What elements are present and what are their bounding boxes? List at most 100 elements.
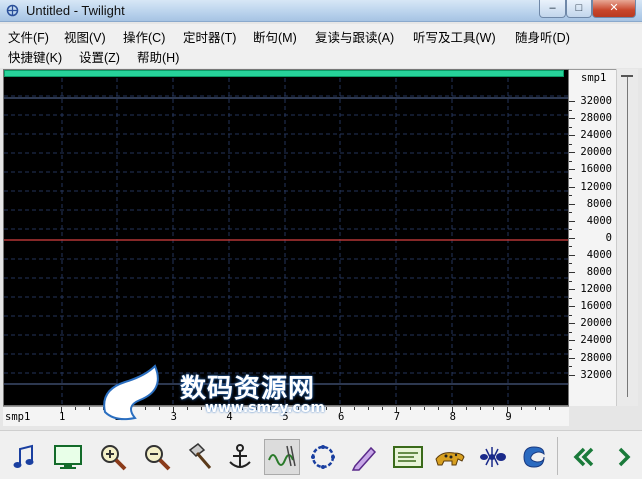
x-tick-label: 2: [114, 411, 122, 423]
x-minor-tick: [270, 407, 272, 410]
menu-sentence[interactable]: 断句(M): [253, 27, 297, 46]
y-minor-tick: [569, 331, 572, 333]
text-panel-icon[interactable]: [390, 439, 426, 475]
y-tick-label: 16000: [580, 163, 612, 176]
close-button[interactable]: ✕: [592, 0, 636, 18]
x-minor-tick: [214, 407, 216, 410]
y-minor-tick: [569, 195, 572, 197]
y-minor-tick: [569, 314, 572, 316]
y-tick-mark: [569, 118, 575, 120]
y-tick-label: 24000: [580, 334, 612, 347]
app-icon: [6, 4, 19, 17]
y-tick-label: 32000: [580, 368, 612, 381]
x-minor-tick: [326, 407, 328, 410]
bottom-toolbar: [0, 430, 642, 479]
y-tick-label: 32000: [580, 95, 612, 107]
monitor-icon[interactable]: [50, 439, 86, 475]
swirl-icon[interactable]: [516, 439, 552, 475]
y-minor-tick: [569, 229, 572, 231]
minimize-button[interactable]: –: [539, 0, 566, 18]
y-tick-mark: [569, 186, 575, 188]
waveform-edit-icon[interactable]: [264, 439, 300, 475]
zoom-out-icon[interactable]: [139, 439, 175, 475]
y-tick-mark: [569, 306, 575, 308]
music-note-icon[interactable]: [6, 439, 42, 475]
right-arrow-icon[interactable]: [606, 439, 642, 475]
x-tick-label: 9: [505, 411, 512, 423]
x-tick-label: 3: [170, 411, 177, 423]
menu-timer[interactable]: 定时器(T): [183, 27, 236, 46]
y-minor-tick: [569, 109, 572, 111]
x-minor-tick: [479, 407, 481, 410]
menu-view[interactable]: 视图(V): [64, 27, 106, 46]
x-minor-tick: [200, 407, 202, 410]
y-minor-tick: [569, 126, 572, 128]
y-minor-tick: [569, 143, 572, 145]
menu-shortcuts[interactable]: 快捷键(K): [8, 47, 62, 66]
y-tick-mark: [569, 203, 575, 205]
y-tick-label: 8000: [586, 197, 612, 210]
menu-dictation-tools[interactable]: 听写及工具(W): [413, 27, 496, 46]
menu-help[interactable]: 帮助(H): [137, 47, 179, 66]
y-tick-mark: [569, 323, 575, 325]
y-tick-mark: [569, 357, 575, 359]
anchor-icon[interactable]: [222, 439, 258, 475]
y-tick-mark: [569, 220, 575, 222]
x-tick-label: 1: [59, 411, 66, 423]
x-minor-tick: [465, 407, 467, 410]
y-minor-tick: [569, 177, 572, 179]
y-tick-label: 4000: [586, 248, 612, 261]
y-tick-label: 20000: [580, 146, 612, 159]
y-tick-mark: [569, 152, 575, 154]
x-minor-tick: [367, 407, 369, 410]
x-tick-label: 6: [338, 411, 345, 423]
x-minor-tick: [88, 407, 90, 410]
x-minor-tick: [353, 407, 355, 410]
menu-file[interactable]: 文件(F): [8, 27, 49, 46]
x-minor-tick: [521, 407, 523, 410]
menu-player[interactable]: 随身听(D): [515, 27, 570, 46]
x-minor-tick: [130, 407, 132, 410]
x-axis-ruler: smp1 1 2 3 4 5 6 7 8 9: [3, 406, 569, 426]
maximize-button[interactable]: □: [566, 0, 592, 18]
title-bar: Untitled - Twilight – □ ✕: [0, 0, 642, 22]
selection-bar[interactable]: [4, 70, 564, 77]
pencil-icon[interactable]: [346, 439, 382, 475]
y-tick-label: 28000: [580, 351, 612, 364]
hammer-icon[interactable]: [181, 439, 217, 475]
y-tick-label: 16000: [580, 300, 612, 313]
x-tick-label: 5: [282, 411, 289, 423]
x-minor-tick: [102, 407, 104, 410]
y-axis-ruler: smp1 32000 28000 24000 20000 16000 12000 8000 4…: [569, 69, 616, 406]
x-minor-tick: [242, 407, 244, 410]
y-tick-mark: [569, 289, 575, 291]
ant-icon[interactable]: [474, 439, 510, 475]
leopard-icon[interactable]: [432, 439, 468, 475]
y-tick-mark: [569, 237, 575, 239]
x-minor-tick: [423, 407, 425, 410]
grid-lines: [4, 78, 568, 405]
y-minor-tick: [569, 366, 572, 368]
scroll-track[interactable]: [627, 77, 628, 397]
menu-settings[interactable]: 设置(Z): [79, 47, 120, 66]
x-tick-label: 8: [449, 411, 456, 423]
vertical-scrollbar[interactable]: [616, 69, 638, 406]
x-minor-tick: [549, 407, 551, 410]
zoom-in-icon[interactable]: [95, 439, 131, 475]
x-minor-tick: [409, 407, 411, 410]
x-minor-tick: [158, 407, 160, 410]
y-tick-mark: [569, 101, 575, 102]
x-minor-tick: [74, 407, 76, 410]
y-tick-mark: [569, 340, 575, 342]
x-minor-tick: [437, 407, 439, 410]
y-tick-label: 0: [605, 231, 612, 244]
y-tick-mark: [569, 135, 575, 137]
y-tick-label: 4000: [586, 214, 612, 227]
y-tick-label: 12000: [580, 283, 612, 296]
menu-repeat[interactable]: 复读与跟读(A): [315, 27, 394, 46]
waveform-canvas[interactable]: [4, 78, 568, 405]
double-left-arrow-icon[interactable]: [566, 439, 602, 475]
y-tick-label: 20000: [580, 317, 612, 330]
menu-operate[interactable]: 操作(C): [123, 27, 165, 46]
loop-icon[interactable]: [305, 439, 341, 475]
